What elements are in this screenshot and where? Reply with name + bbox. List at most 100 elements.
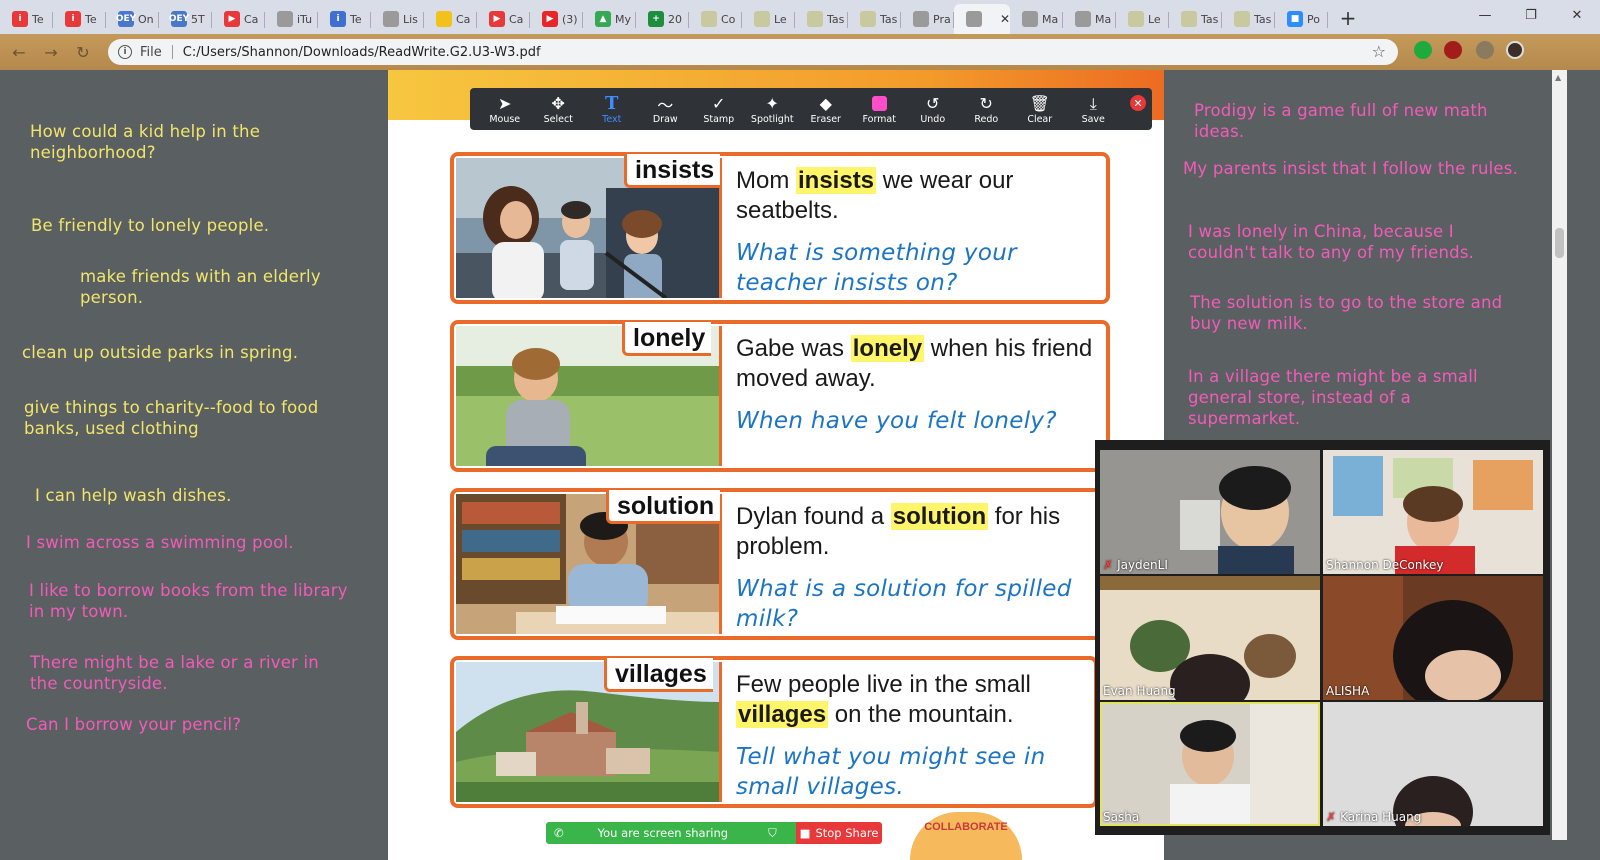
browser-tab[interactable]: Tas	[848, 4, 901, 34]
pdf-scrollbar[interactable]: ▲	[1552, 70, 1567, 840]
note-text: give things to charity--food to food ban…	[24, 398, 319, 438]
tab-label: Ca	[456, 12, 471, 26]
sharing-status[interactable]: ✆ You are screen sharing ⛉	[546, 822, 796, 844]
browser-tab[interactable]: Ma	[1010, 4, 1063, 34]
forward-button[interactable]: →	[38, 39, 64, 65]
tab-label: Lis	[403, 12, 418, 26]
profile-avatar[interactable]	[1506, 41, 1524, 59]
tab-label: Tas	[1201, 12, 1219, 26]
tool-redo-button[interactable]: ↻ Redo	[960, 88, 1014, 130]
new-tab-button[interactable]: +	[1334, 4, 1362, 32]
browser-tab[interactable]: Lis	[371, 4, 424, 34]
text-icon: T	[605, 93, 619, 114]
bookmark-star-icon[interactable]: ☆	[1372, 42, 1386, 61]
tool-stamp-button[interactable]: ✓ Stamp	[692, 88, 746, 130]
prompt-question: What is a solution for spilled milk?	[736, 576, 1072, 632]
tool-label: Text	[602, 113, 622, 125]
scroll-thumb[interactable]	[1555, 228, 1564, 258]
stop-share-button[interactable]: ■ Stop Share	[796, 822, 882, 844]
tool-label: Stamp	[703, 113, 735, 125]
prompt-question: Tell what you might see in small village…	[736, 744, 1046, 800]
browser-tab[interactable]: i Te	[0, 4, 53, 34]
tab-active[interactable]: ✕	[954, 4, 1010, 34]
browser-tab[interactable]: Co	[689, 4, 742, 34]
browser-tab[interactable]: OEY 5T	[159, 4, 212, 34]
favicon-icon: ▶	[542, 11, 558, 27]
color-swatch-icon	[871, 94, 887, 114]
vocab-card-villages: villages Few people live in the small vi…	[450, 656, 1098, 808]
tool-save-button[interactable]: ⤓ Save	[1067, 88, 1121, 130]
browser-tab[interactable]: Tas	[1222, 4, 1275, 34]
tab-label: 20	[668, 12, 682, 26]
favicon-icon	[754, 11, 770, 27]
tool-clear-button[interactable]: 🗑 Clear	[1013, 88, 1067, 130]
note-text: In a village there might be a small gene…	[1188, 367, 1478, 428]
screen-share-bar: ✆ You are screen sharing ⛉ ■ Stop Share	[546, 822, 882, 844]
video-tile[interactable]: Evan Huang	[1100, 576, 1320, 700]
browser-tab[interactable]: Le	[742, 4, 795, 34]
back-button[interactable]: ←	[6, 39, 32, 65]
favicon-icon	[913, 11, 929, 27]
browser-tab[interactable]: Tas	[1169, 4, 1222, 34]
vocab-card-insists: insists Mom insists we wear our seatbelt…	[450, 152, 1110, 304]
close-window-button[interactable]: ✕	[1554, 0, 1600, 30]
tool-text-button[interactable]: T Text	[585, 88, 639, 130]
browser-tab[interactable]: +20	[636, 4, 689, 34]
tool-label: Eraser	[810, 113, 841, 125]
reload-button[interactable]: ↻	[70, 39, 96, 65]
note-text: I like to borrow books from the library …	[29, 581, 348, 621]
browser-tab[interactable]: Ca	[424, 4, 477, 34]
scroll-up-icon[interactable]: ▲	[1555, 73, 1561, 82]
video-tile[interactable]: Shannon DeConkey	[1323, 450, 1543, 574]
tab-label: Co	[721, 12, 736, 26]
tab-label: Pra	[933, 12, 951, 26]
browser-tab[interactable]: i Te	[318, 4, 371, 34]
browser-tab[interactable]: ▲ My	[583, 4, 636, 34]
extension-green-icon[interactable]	[1414, 41, 1432, 59]
favicon-icon	[1022, 11, 1038, 27]
video-tile[interactable]: ✗ JaydenLI	[1100, 450, 1320, 574]
video-tile[interactable]: ALISHA	[1323, 576, 1543, 700]
browser-tab[interactable]: Tas	[795, 4, 848, 34]
browser-tab[interactable]: OEY On	[106, 4, 159, 34]
tool-draw-button[interactable]: 〜 Draw	[639, 88, 693, 130]
browser-tab[interactable]: Pra	[901, 4, 954, 34]
url-text[interactable]: C:/Users/Shannon/Downloads/ReadWrite.G2.…	[183, 45, 541, 60]
tool-select-button[interactable]: ✥ Select	[532, 88, 586, 130]
browser-tab[interactable]: ▶ Ca	[212, 4, 265, 34]
note-text: How could a kid help in the neighborhood…	[30, 122, 261, 162]
tool-spotlight-button[interactable]: ✦ Spotlight	[746, 88, 800, 130]
favicon-icon: ▲	[595, 11, 611, 27]
address-bar[interactable]: i File C:/Users/Shannon/Downloads/ReadWr…	[108, 39, 1398, 65]
tab-close-icon[interactable]: ✕	[1000, 12, 1010, 26]
tool-eraser-button[interactable]: ◆ Eraser	[799, 88, 853, 130]
browser-tab[interactable]: ■ Po	[1275, 4, 1328, 34]
redo-icon: ↻	[979, 94, 993, 113]
divider	[171, 45, 173, 59]
tool-undo-button[interactable]: ↺ Undo	[906, 88, 960, 130]
tool-mouse-button[interactable]: ➤ Mouse	[478, 88, 532, 130]
extension-puzzle-icon[interactable]	[1476, 41, 1494, 59]
browser-tab[interactable]: ▶ (3)	[530, 4, 583, 34]
favicon-icon	[701, 11, 717, 27]
browser-tab[interactable]: Ma	[1063, 4, 1116, 34]
tool-label: Spotlight	[750, 113, 794, 125]
favicon-icon: OEY	[116, 11, 136, 27]
browser-tab[interactable]: Le	[1116, 4, 1169, 34]
browser-tab[interactable]: i Te	[53, 4, 106, 34]
ublock-icon[interactable]	[1444, 41, 1462, 59]
minimize-button[interactable]: —	[1462, 0, 1508, 30]
video-tile[interactable]: ✗ Karina Huang	[1323, 702, 1543, 826]
restore-button[interactable]: ❐	[1508, 0, 1554, 30]
video-tile-active-speaker[interactable]: Sasha	[1100, 702, 1320, 826]
cursor-icon: ➤	[498, 94, 512, 113]
close-annotation-icon[interactable]: ✕	[1130, 95, 1146, 111]
browser-tab[interactable]: ▶ Ca	[477, 4, 530, 34]
info-icon[interactable]: i	[118, 45, 132, 59]
tab-label: iTu	[297, 12, 313, 26]
tool-format-button[interactable]: Format	[853, 88, 907, 130]
browser-tab[interactable]: iTu	[265, 4, 318, 34]
tool-label: Draw	[652, 113, 678, 125]
tab-list: i Te i Te OEY On OEY 5T ▶ Ca iTu i Te Lis Ca ▶ Ca ▶ (3) ▲ My…	[0, 2, 1328, 34]
note-text: I can help wash dishes.	[35, 486, 232, 505]
